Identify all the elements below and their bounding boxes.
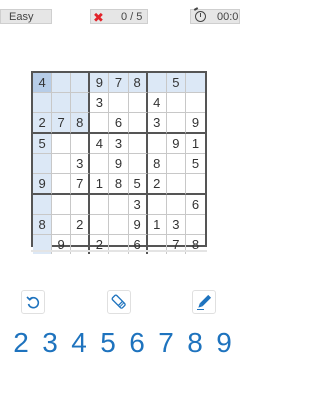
eraser-button[interactable] — [107, 290, 131, 314]
board-cell-r2c6[interactable] — [128, 93, 148, 113]
board-cell-r3c7[interactable]: 3 — [147, 113, 167, 134]
board-cell-r6c7[interactable]: 2 — [147, 174, 167, 195]
board-cell-r7c3[interactable] — [71, 195, 91, 215]
board-cell-r2c3[interactable] — [71, 93, 91, 113]
board-cell-r8c5[interactable] — [109, 215, 129, 235]
timer-value: 00:0 — [217, 11, 239, 23]
board-cell-r5c9[interactable]: 5 — [185, 154, 205, 174]
board-cell-r1c4[interactable]: 9 — [90, 73, 110, 93]
board-cell-r7c5[interactable] — [109, 195, 129, 215]
board-cell-r1c6[interactable]: 8 — [128, 73, 148, 93]
board-cell-r6c1[interactable]: 9 — [33, 174, 53, 195]
board-cell-r3c8[interactable] — [166, 113, 186, 134]
board-cell-r4c8[interactable]: 9 — [166, 134, 186, 154]
board-cell-r7c4[interactable] — [90, 195, 110, 215]
board-cell-r8c2[interactable] — [52, 215, 72, 235]
board-cell-r2c9[interactable] — [185, 93, 205, 113]
board-cell-r3c3[interactable]: 8 — [71, 113, 91, 134]
board-cell-r2c2[interactable] — [52, 93, 72, 113]
board-cell-r1c9[interactable] — [185, 73, 205, 93]
board-cell-r7c6[interactable]: 3 — [128, 195, 148, 215]
board-cell-r8c8[interactable]: 3 — [166, 215, 186, 235]
board-cell-r5c7[interactable]: 8 — [147, 154, 167, 174]
stopwatch-icon — [195, 11, 206, 22]
difficulty-label: Easy — [0, 9, 52, 24]
board-cell-r1c2[interactable] — [52, 73, 72, 93]
board-cell-r5c6[interactable] — [128, 154, 148, 174]
board-cell-r7c2[interactable] — [52, 195, 72, 215]
board-cell-r5c8[interactable] — [166, 154, 186, 174]
board-cell-r4c9[interactable]: 1 — [185, 134, 205, 154]
board-cell-r1c8[interactable]: 5 — [166, 73, 186, 93]
board-cell-r4c1[interactable]: 5 — [33, 134, 53, 154]
numpad-key-7[interactable]: 7 — [155, 325, 177, 361]
number-pad: 23456789 — [10, 325, 235, 361]
undo-icon — [26, 296, 40, 309]
board-cell-r1c5[interactable]: 7 — [109, 73, 129, 93]
board-cell-r2c1[interactable] — [33, 93, 53, 113]
board-cell-r7c8[interactable] — [166, 195, 186, 215]
board-cell-r7c1[interactable] — [33, 195, 53, 215]
board-cell-r8c4[interactable] — [90, 215, 110, 235]
mistakes-count: 0 / 5 — [121, 11, 143, 23]
numpad-key-5[interactable]: 5 — [97, 325, 119, 361]
board-cell-r5c1[interactable] — [33, 154, 53, 174]
board-cell-r8c6[interactable]: 9 — [128, 215, 148, 235]
board-cell-r8c1[interactable]: 8 — [33, 215, 53, 235]
board-cell-r6c9[interactable] — [185, 174, 205, 195]
board-cell-r5c4[interactable] — [90, 154, 110, 174]
numpad-key-8[interactable]: 8 — [184, 325, 206, 361]
board-cell-r5c5[interactable]: 9 — [109, 154, 129, 174]
board-cell-r2c8[interactable] — [166, 93, 186, 113]
board-cell-r3c4[interactable] — [90, 113, 110, 134]
board-cell-r3c9[interactable]: 9 — [185, 113, 205, 134]
board-cell-r3c5[interactable]: 6 — [109, 113, 129, 134]
board-cell-r4c2[interactable] — [52, 134, 72, 154]
sudoku-board: 4978534278639543913985971852368291392678 — [31, 71, 207, 254]
board-cell-r3c2[interactable]: 7 — [52, 113, 72, 134]
board-cell-r2c4[interactable]: 3 — [90, 93, 110, 113]
board-cell-r2c5[interactable] — [109, 93, 129, 113]
board-cell-r4c3[interactable] — [71, 134, 91, 154]
numpad-key-6[interactable]: 6 — [126, 325, 148, 361]
timer-display: 00:0 — [190, 9, 240, 24]
board-cell-r4c5[interactable]: 3 — [109, 134, 129, 154]
board-cell-r2c7[interactable]: 4 — [147, 93, 167, 113]
board-cell-r4c6[interactable] — [128, 134, 148, 154]
board-cell-r6c4[interactable]: 1 — [90, 174, 110, 195]
board-cell-r5c3[interactable]: 3 — [71, 154, 91, 174]
board-cell-r4c4[interactable]: 4 — [90, 134, 110, 154]
board-cell-r7c9[interactable]: 6 — [185, 195, 205, 215]
numpad-key-4[interactable]: 4 — [68, 325, 90, 361]
board-cell-r1c7[interactable] — [147, 73, 167, 93]
eraser-icon — [111, 294, 126, 309]
mistakes-counter: ✖ 0 / 5 — [90, 9, 148, 25]
board-cell-r5c2[interactable] — [52, 154, 72, 174]
board-cell-r3c1[interactable]: 2 — [33, 113, 53, 134]
board-cell-r6c2[interactable] — [52, 174, 72, 195]
board-cell-r8c9[interactable] — [185, 215, 205, 235]
board-cell-r6c5[interactable]: 8 — [109, 174, 129, 195]
board-cell-r6c8[interactable] — [166, 174, 186, 195]
board-cell-r1c3[interactable] — [71, 73, 91, 93]
pencil-icon — [197, 294, 212, 310]
board-cell-r4c7[interactable] — [147, 134, 167, 154]
numpad-key-2[interactable]: 2 — [10, 325, 32, 361]
board-divider — [31, 250, 207, 252]
numpad-key-9[interactable]: 9 — [213, 325, 235, 361]
board-cell-r8c3[interactable]: 2 — [71, 215, 91, 235]
mistake-x-icon: ✖ — [93, 10, 104, 25]
board-cell-r1c1[interactable]: 4 — [33, 73, 53, 93]
board-cell-r3c6[interactable] — [128, 113, 148, 134]
board-cell-r6c3[interactable]: 7 — [71, 174, 91, 195]
board-cell-r8c7[interactable]: 1 — [147, 215, 167, 235]
pencil-button[interactable] — [192, 290, 216, 314]
undo-button[interactable] — [21, 290, 45, 314]
board-cell-r7c7[interactable] — [147, 195, 167, 215]
numpad-key-3[interactable]: 3 — [39, 325, 61, 361]
board-cell-r6c6[interactable]: 5 — [128, 174, 148, 195]
